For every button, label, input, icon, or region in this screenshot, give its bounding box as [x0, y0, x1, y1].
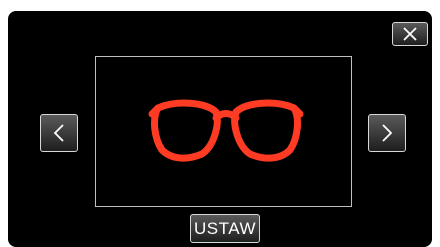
camera-lcd-screen: USTAW — [8, 11, 432, 247]
chevron-left-icon — [53, 123, 65, 143]
close-button[interactable] — [392, 22, 428, 46]
previous-button[interactable] — [40, 114, 78, 152]
close-icon — [402, 27, 418, 41]
effect-preview-frame — [95, 56, 352, 207]
chevron-right-icon — [381, 123, 393, 143]
set-button-label: USTAW — [194, 218, 256, 238]
set-button[interactable]: USTAW — [190, 214, 260, 243]
glasses-icon — [146, 94, 306, 174]
next-button[interactable] — [368, 114, 406, 152]
